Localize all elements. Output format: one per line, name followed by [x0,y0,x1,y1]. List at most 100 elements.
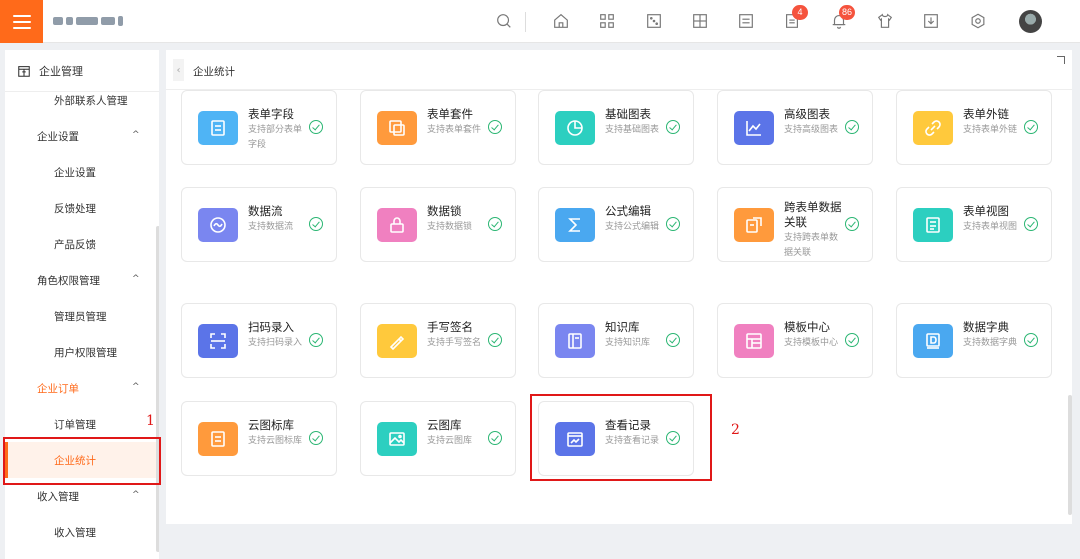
sidebar-item-label: 角色权限管理 [37,274,100,287]
feature-title: 表单套件 [427,107,473,121]
menu-icon[interactable] [0,0,43,43]
expand-icon[interactable] [1057,56,1065,64]
feature-card[interactable]: 云图标库 支持云图标库 [181,401,337,476]
feature-card[interactable]: 云图库 支持云图库 [360,401,516,476]
feature-title: 数据流 [248,204,283,218]
feature-card[interactable]: 表单视图 支持表单视图 [896,187,1052,262]
sidebar-item-feedback-handling[interactable]: 反馈处理 [5,190,159,226]
sidebar-item-product-feedback[interactable]: 产品反馈 [5,226,159,262]
link-icon [913,111,953,145]
sidebar-item-income-management[interactable]: 收入管理 [5,514,159,550]
sidebar-item-external-contacts[interactable]: 外部联系人管理 [5,82,159,118]
content-scrollbar[interactable] [1068,395,1072,515]
feature-card[interactable]: 数据锁 支持数据锁 [360,187,516,262]
cloud-icon-library-icon [198,422,238,456]
signature-icon [377,324,417,358]
feature-card[interactable]: 表单套件 支持表单套件 [360,90,516,165]
sidebar-item-label: 用户权限管理 [54,346,117,359]
chevron-up-icon: ^ [132,490,140,500]
annotation-label-2: 2 [731,422,740,438]
feature-description: 支持模板中心 [784,338,839,348]
shirt-icon[interactable] [874,10,896,32]
sidebar-group-orders[interactable]: 企业订单 ^ [5,370,159,406]
feature-description: 支持数据流 [248,222,294,232]
feature-title: 公式编辑 [605,204,651,218]
feature-card[interactable]: 数据字典支持数据字典 [896,303,1052,378]
feature-card[interactable]: 跨表单数据关联 支持跨表单数据关联 [717,187,873,262]
sidebar-header-label: 企业管理 [39,64,83,78]
sidebar-item-label: 企业设置 [54,166,96,179]
feature-title: 表单字段 [248,107,294,121]
tab-company-stats[interactable]: 企业统计 [193,64,235,79]
sidebar-item-user-permissions[interactable]: 用户权限管理 [5,334,159,370]
sidebar-item-label: 管理员管理 [54,310,107,323]
feature-card[interactable]: 公式编辑支持公式编辑 [538,187,694,262]
pie-chart-icon [555,111,595,145]
feature-title: 数据字典 [963,320,1009,334]
line-chart-icon [734,111,774,145]
sidebar-item-label: 反馈处理 [54,202,96,215]
check-circle-icon [666,120,680,134]
logo [53,14,133,28]
feature-description: 支持表单外链 [963,125,1018,135]
feature-description: 支持数据字典 [963,338,1018,348]
feature-description: 支持手写签名 [427,338,482,348]
settings-icon[interactable] [967,10,989,32]
feature-description: 支持数据锁 [427,222,473,232]
feature-card[interactable]: 基础图表支持基础图表 [538,90,694,165]
check-circle-icon [1024,217,1038,231]
feature-card[interactable]: 数据流 支持数据流 [181,187,337,262]
toolbar-divider [525,12,526,32]
form-field-icon [198,111,238,145]
feature-title: 云图库 [427,418,462,432]
feature-description: 支持公式编辑 [605,222,660,232]
sidebar-group-company-settings[interactable]: 企业设置 ^ [5,118,159,154]
feature-card[interactable]: 高级图表 支持高级图表 [717,90,873,165]
feature-title: 模板中心 [784,320,830,334]
dice-icon[interactable] [643,10,665,32]
sidebar-scrollbar[interactable] [156,226,159,552]
feature-title: 知识库 [605,320,640,334]
feature-card[interactable]: 手写签名 支持手写签名 [360,303,516,378]
check-circle-icon [1024,120,1038,134]
feature-card[interactable]: 知识库 支持知识库 [538,303,694,378]
check-circle-icon [309,431,323,445]
lock-icon [377,208,417,242]
feature-description: 支持部分表单字段 [248,125,303,150]
chevron-up-icon: ^ [132,130,140,140]
sigma-icon [555,208,595,242]
check-circle-icon [309,120,323,134]
sidebar-item-admin-management[interactable]: 管理员管理 [5,298,159,334]
home-icon[interactable] [550,10,572,32]
sidebar-group-roles[interactable]: 角色权限管理 ^ [5,262,159,298]
check-circle-icon [488,120,502,134]
feature-description: 支持知识库 [605,338,651,348]
check-circle-icon [309,217,323,231]
sidebar-item-label: 外部联系人管理 [54,94,128,107]
check-circle-icon [488,217,502,231]
feature-title: 基础图表 [605,107,651,121]
avatar[interactable] [1019,10,1042,33]
layout-icon[interactable] [689,10,711,32]
bell-icon[interactable]: 86 [828,5,856,32]
feature-card[interactable]: 表单外链 支持表单外链 [896,90,1052,165]
download-icon[interactable] [920,10,942,32]
chevron-left-icon[interactable]: ‹ [173,59,184,81]
feature-card[interactable]: 模板中心支持模板中心 [717,303,873,378]
feature-description: 支持跨表单数据关联 [784,233,839,258]
apps-icon[interactable] [596,10,618,32]
doc-icon[interactable]: 4 [781,5,808,32]
feature-description: 支持基础图表 [605,125,660,135]
sidebar-item-company-settings[interactable]: 企业设置 [5,154,159,190]
feature-card[interactable]: 扫码录入 支持扫码录入 [181,303,337,378]
annotation-box-2 [530,394,712,481]
sidebar-item-label: 企业设置 [37,130,79,143]
list-icon[interactable] [735,10,757,32]
view-icon [913,208,953,242]
check-circle-icon [488,333,502,347]
feature-card[interactable]: 表单字段支持部分表单字段 [181,90,337,165]
top-bar: 4 86 [0,0,1080,43]
building-icon [18,65,30,77]
check-circle-icon [845,120,859,134]
search-icon[interactable] [493,10,515,32]
